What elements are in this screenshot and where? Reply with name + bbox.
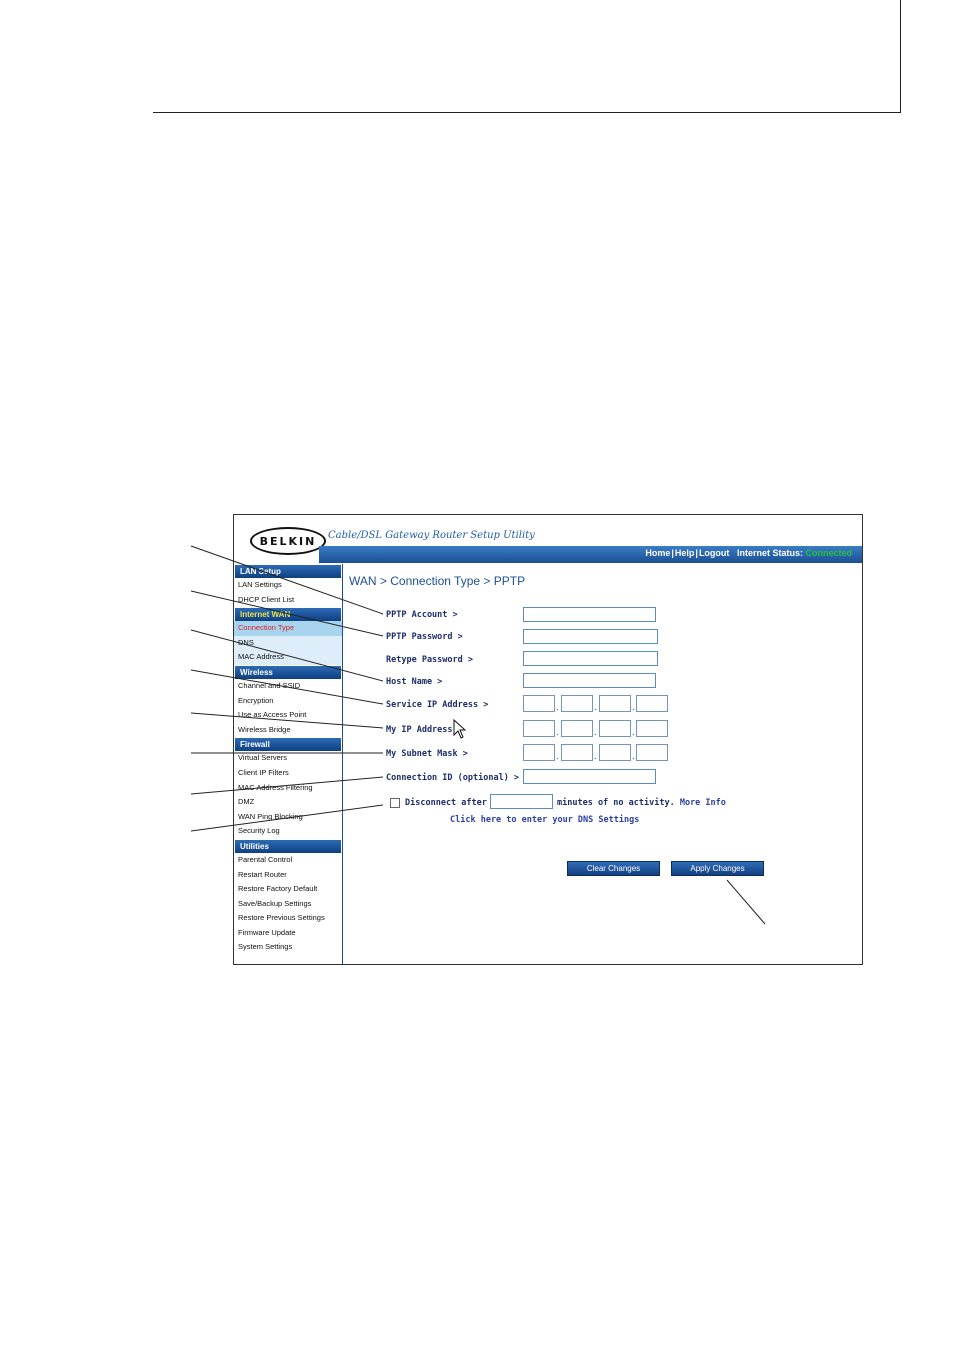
callout-line	[726, 879, 766, 925]
callout-line	[190, 712, 384, 729]
callout-line	[190, 545, 384, 615]
callout-line	[190, 629, 384, 682]
callout-line	[190, 804, 384, 832]
callout-line	[190, 590, 384, 637]
callout-lines	[190, 545, 766, 925]
callout-line	[190, 776, 384, 795]
callout-line	[190, 669, 384, 705]
